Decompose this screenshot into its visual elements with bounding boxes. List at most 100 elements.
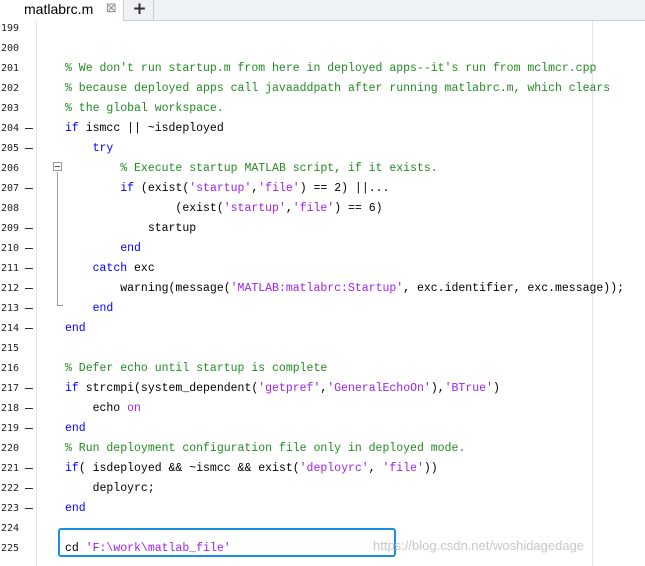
breakpoint-dash-icon[interactable] <box>25 508 33 509</box>
keyword-token: if <box>65 122 79 135</box>
line-number: 207 <box>1 183 20 194</box>
line-number: 222 <box>1 483 20 494</box>
breakpoint-dash-icon[interactable] <box>25 488 33 489</box>
code-line[interactable]: 223 end <box>0 499 645 519</box>
code-line[interactable]: 218 echo on <box>0 399 645 419</box>
code-token: , <box>285 202 293 215</box>
string-token: 'file' <box>292 202 335 215</box>
code-line[interactable]: 209 startup <box>0 219 645 239</box>
code-line[interactable]: 214 end <box>0 319 645 339</box>
line-number: 213 <box>1 303 20 314</box>
close-icon[interactable]: ⊠ <box>106 1 117 16</box>
string-token: 'startup' <box>189 182 252 195</box>
keyword-token: end <box>65 502 86 515</box>
breakpoint-dash-icon[interactable] <box>25 328 33 329</box>
breakpoint-dash-icon[interactable] <box>25 268 33 269</box>
breakpoint-dash-icon[interactable] <box>25 388 33 389</box>
code-text: % Defer echo until startup is complete <box>65 359 327 379</box>
code-text: catch exc <box>65 259 155 279</box>
code-line[interactable]: 201 % We don't run startup.m from here in… <box>0 59 645 79</box>
code-line[interactable]: 222 deployrc; <box>0 479 645 499</box>
code-text: end <box>65 299 114 319</box>
code-line[interactable]: 215 <box>0 339 645 359</box>
code-text: if( isdeployed && ~ismcc && exist('deplo… <box>65 459 438 479</box>
code-line[interactable]: 199 <box>0 19 645 39</box>
string-token: 'BTrue' <box>444 382 493 395</box>
tab-title: matlabrc.m <box>24 1 94 17</box>
tab-matlabrc[interactable]: matlabrc.m ⊠ <box>0 0 124 21</box>
breakpoint-dash-icon[interactable] <box>25 148 33 149</box>
breakpoint-dash-icon[interactable] <box>25 228 33 229</box>
line-number: 209 <box>1 223 20 234</box>
code-text: warning(message('MATLAB:matlabrc:Startup… <box>65 279 624 299</box>
code-line[interactable]: 207 if (exist('startup','file') == 2) ||… <box>0 179 645 199</box>
code-token: ), <box>430 382 445 395</box>
code-line[interactable]: 217 if strcmpi(system_dependent('getpref'… <box>0 379 645 399</box>
code-line[interactable]: 202 % because deployed apps call javaaddp… <box>0 79 645 99</box>
code-text: end <box>65 319 86 339</box>
code-text: % because deployed apps call javaaddpath… <box>65 79 610 99</box>
fold-guide-end <box>57 305 63 306</box>
code-line[interactable]: 216 % Defer echo until startup is complet… <box>0 359 645 379</box>
breakpoint-dash-icon[interactable] <box>25 408 33 409</box>
code-line[interactable]: 213 end <box>0 299 645 319</box>
line-number: 199 <box>1 23 20 34</box>
code-token: ismcc || ~isdeployed <box>78 122 224 135</box>
breakpoint-dash-icon[interactable] <box>25 288 33 289</box>
line-number: 217 <box>1 383 20 394</box>
code-line[interactable]: 211 catch exc <box>0 259 645 279</box>
comment-token: % Run deployment configuration file only… <box>65 442 466 455</box>
code-line[interactable]: 204 if ismcc || ~isdeployed <box>0 119 645 139</box>
line-number: 223 <box>1 503 20 514</box>
code-line[interactable]: 208 (exist('startup','file') == 6) <box>0 199 645 219</box>
comment-token: % Defer echo until startup is complete <box>65 362 328 375</box>
code-token: echo <box>65 402 128 415</box>
code-line[interactable]: 203 % the global workspace. <box>0 99 645 119</box>
code-token: warning(message( <box>65 282 231 295</box>
line-number: 204 <box>1 123 20 134</box>
fold-collapse-icon[interactable] <box>53 162 62 171</box>
comment-token: % We don't run startup.m from here in de… <box>65 62 597 75</box>
add-tab-button[interactable]: + <box>126 0 154 20</box>
line-number: 208 <box>1 203 20 214</box>
line-number: 215 <box>1 343 20 354</box>
code-editor[interactable]: 199 200 201 % We don't run startup.m from h… <box>0 21 645 566</box>
code-line[interactable]: 206 % Execute startup MATLAB script, if … <box>0 159 645 179</box>
code-text: % Execute startup MATLAB script, if it e… <box>65 159 437 179</box>
line-number: 211 <box>1 263 20 274</box>
line-number: 206 <box>1 163 20 174</box>
code-line[interactable]: 219 end <box>0 419 645 439</box>
breakpoint-dash-icon[interactable] <box>25 308 33 309</box>
string-token: 'startup' <box>223 202 286 215</box>
code-line[interactable]: 221 if( isdeployed && ~ismcc && exist('de… <box>0 459 645 479</box>
code-text: (exist('startup','file') == 6) <box>65 199 382 219</box>
breakpoint-dash-icon[interactable] <box>25 128 33 129</box>
breakpoint-dash-icon[interactable] <box>25 468 33 469</box>
code-token: deployrc; <box>65 482 155 495</box>
keyword-token: end <box>65 322 86 335</box>
code-line[interactable]: 205 try <box>0 139 645 159</box>
breakpoint-dash-icon[interactable] <box>25 428 33 429</box>
code-line[interactable]: 220 % Run deployment configuration file o… <box>0 439 645 459</box>
code-line[interactable]: 200 <box>0 39 645 59</box>
watermark: https://blog.csdn.net/woshidagedage <box>373 538 585 553</box>
keyword-token: catch <box>92 262 128 275</box>
code-text: % Run deployment configuration file only… <box>65 439 465 459</box>
keyword-token: if <box>120 182 135 195</box>
code-text: % the global workspace. <box>65 99 224 119</box>
fold-guide-line <box>57 172 58 306</box>
keyword-token: end <box>120 242 141 255</box>
code-token: ( isdeployed && ~ismcc && exist( <box>78 462 300 475</box>
code-line[interactable]: 210 end <box>0 239 645 259</box>
code-line[interactable]: 212 warning(message('MATLAB:matlabrc:Sta… <box>0 279 645 299</box>
code-text: if strcmpi(system_dependent('getpref','G… <box>65 379 500 399</box>
line-number: 201 <box>1 63 20 74</box>
breakpoint-dash-icon[interactable] <box>25 248 33 249</box>
breakpoint-dash-icon[interactable] <box>25 188 33 189</box>
line-number: 202 <box>1 83 20 94</box>
string-token: 'MATLAB:matlabrc:Startup' <box>230 282 404 295</box>
line-number: 212 <box>1 283 20 294</box>
code-text: % We don't run startup.m from here in de… <box>65 59 596 79</box>
